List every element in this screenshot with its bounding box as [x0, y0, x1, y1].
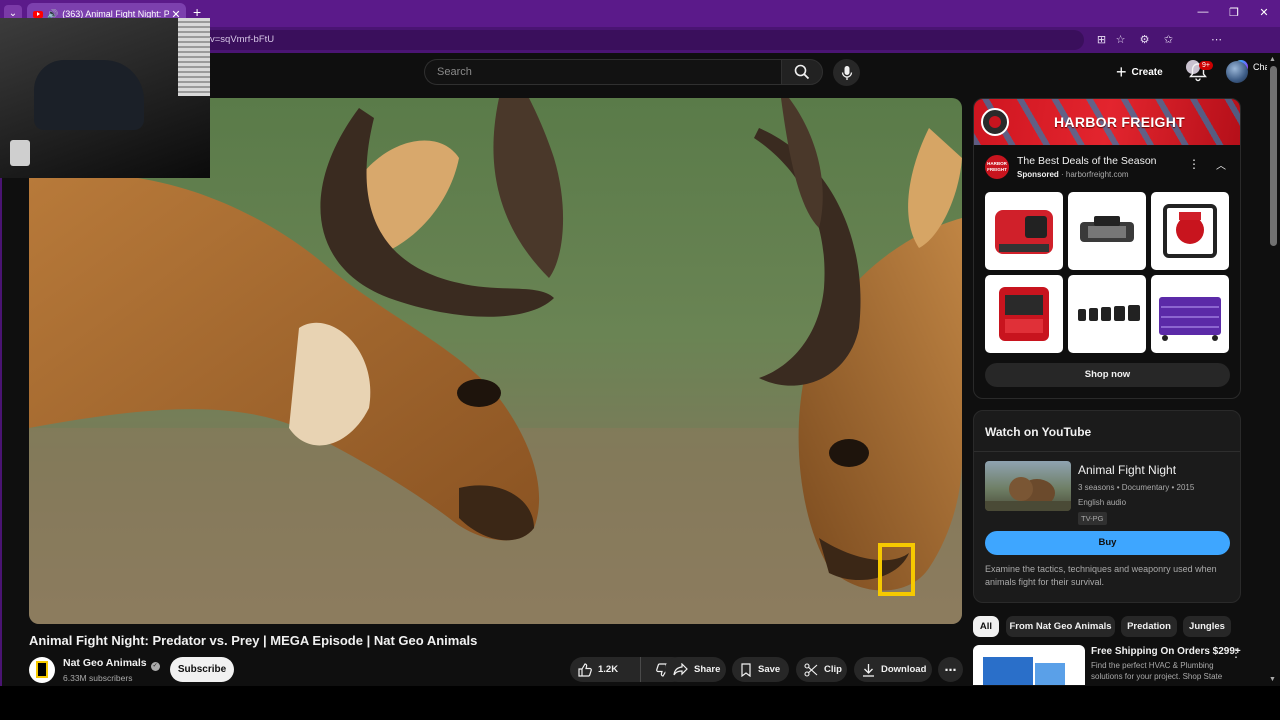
show-description: Examine the tactics, techniques and weap…	[985, 564, 1217, 587]
ad-product-winch[interactable]	[1068, 192, 1146, 270]
webcam-chair	[34, 60, 144, 130]
video-title: Animal Fight Night: Predator vs. Prey | …	[29, 633, 478, 648]
window-restore-icon[interactable]: ❐	[1224, 6, 1244, 19]
ad-banner[interactable]: HARBOR FREIGHT	[974, 99, 1240, 145]
ad-product-water-pump[interactable]	[1151, 192, 1229, 270]
create-button[interactable]: + Create	[1116, 60, 1163, 84]
webcam-cup	[10, 140, 30, 166]
ad2-description: Find the perfect HVAC & Plumbing solutio…	[1091, 661, 1223, 681]
water-pump-image	[1163, 204, 1217, 258]
like-count: 1.2K	[598, 664, 619, 675]
ad-product-generator-red[interactable]	[985, 192, 1063, 270]
ad-product-inverter-generator[interactable]	[985, 275, 1063, 353]
plus-icon: +	[1116, 61, 1127, 82]
ad-banner-badge-icon	[981, 108, 1009, 136]
screen-bottom-letterbox	[0, 686, 1280, 720]
scroll-down-arrow-icon[interactable]: ▼	[1269, 676, 1276, 683]
subscribe-button[interactable]: Subscribe	[170, 657, 234, 682]
microphone-icon	[841, 65, 852, 80]
show-title-link[interactable]: Animal Fight Night	[1078, 463, 1176, 477]
bookmark-icon	[741, 662, 751, 677]
notification-badge: 9+	[1199, 61, 1213, 70]
extensions-icon[interactable]: ⚙	[1138, 34, 1151, 47]
share-arrow-icon	[673, 663, 688, 676]
voice-search-button[interactable]	[833, 59, 860, 86]
verified-check-icon: ✓	[150, 662, 160, 671]
sponsored-label: Sponsored	[1017, 170, 1059, 179]
shop-now-button[interactable]: Shop now	[985, 363, 1230, 387]
search-input[interactable]: Search	[424, 59, 782, 85]
search-placeholder: Search	[437, 66, 472, 78]
show-meta: 3 seasons • Documentary • 2015	[1078, 483, 1195, 492]
buy-button[interactable]: Buy	[985, 531, 1230, 555]
favorites-icon[interactable]: ✩	[1162, 34, 1175, 47]
webcam-overlay	[0, 18, 210, 178]
thumbs-up-icon	[578, 662, 592, 677]
content-rating-badge: TV-PG	[1078, 512, 1107, 525]
ad-sponsored-line: Sponsored · harborfreight.com	[1017, 170, 1129, 179]
search-button[interactable]	[781, 59, 823, 85]
url-text: v=sqVmrf-bFtU	[210, 34, 275, 45]
generator-image	[995, 210, 1053, 254]
chip-all[interactable]: All	[973, 616, 999, 637]
save-button[interactable]: Save	[732, 657, 789, 682]
ad-product-socket-set[interactable]	[1068, 275, 1146, 353]
ad-title[interactable]: The Best Deals of the Season	[1017, 155, 1157, 167]
more-menu-icon[interactable]: ⋯	[1210, 34, 1223, 47]
ad-options-kebab-icon[interactable]: ⋮	[1188, 157, 1200, 171]
split-screen-icon[interactable]: ⊞	[1095, 34, 1108, 47]
download-button[interactable]: Download	[854, 657, 932, 682]
show-thumbnail[interactable]	[985, 461, 1071, 511]
watch-on-youtube-heading: Watch on YouTube	[985, 425, 1092, 439]
ad-banner-brand: HARBOR FREIGHT	[1054, 114, 1185, 130]
window-minimize-icon[interactable]: —	[1193, 6, 1213, 18]
account-avatar[interactable]	[1226, 61, 1248, 83]
scroll-up-arrow-icon[interactable]: ▲	[1269, 56, 1276, 63]
chip-predation[interactable]: Predation	[1121, 616, 1177, 637]
channel-name-link[interactable]: Nat Geo Animals ✓	[63, 657, 160, 671]
search-icon	[794, 64, 810, 80]
sponsored-ad-card[interactable]: HARBOR FREIGHT HARBOR FREIGHT The Best D…	[973, 98, 1241, 399]
download-icon	[863, 663, 874, 677]
ad-product-tool-chest[interactable]	[1151, 275, 1229, 353]
watch-on-youtube-card: Watch on YouTube Animal Fight Night 3 se…	[973, 410, 1241, 603]
save-label: Save	[758, 664, 781, 675]
share-button[interactable]: Share	[665, 657, 726, 682]
show-audio: English audio	[1078, 498, 1127, 507]
scissors-icon	[804, 662, 818, 677]
create-label: Create	[1131, 66, 1163, 78]
ad-domain: harborfreight.com	[1065, 170, 1129, 179]
ad2-title[interactable]: Free Shipping On Orders $299+	[1091, 646, 1241, 657]
more-actions-button[interactable]: ⋯	[938, 657, 963, 682]
ad-collapse-chevron-up-icon[interactable]: ︿	[1214, 157, 1228, 172]
socket-set-image	[1078, 305, 1140, 321]
favorite-star-icon[interactable]: ☆	[1114, 34, 1127, 47]
ad2-options-kebab-icon[interactable]: ⋮	[1230, 646, 1242, 660]
channel-name-text: Nat Geo Animals	[63, 657, 147, 669]
chip-from-nat-geo-animals[interactable]: From Nat Geo Animals	[1006, 616, 1115, 637]
like-button[interactable]: 1.2K	[570, 657, 641, 682]
share-label: Share	[694, 664, 721, 675]
clip-button[interactable]: Clip	[796, 657, 847, 682]
natgeo-logo-icon	[36, 661, 48, 678]
webcam-window-blinds	[178, 18, 210, 96]
hvac-product-image	[983, 657, 1065, 685]
divider	[974, 451, 1240, 452]
clip-label: Clip	[824, 664, 842, 675]
more-horizontal-icon: ⋯	[944, 662, 957, 677]
inverter-generator-image	[999, 287, 1049, 341]
tool-chest-image	[1159, 297, 1221, 341]
download-label: Download	[881, 664, 927, 675]
window-close-icon[interactable]: ✕	[1254, 6, 1274, 19]
ad2-thumbnail[interactable]	[973, 645, 1085, 685]
channel-avatar[interactable]	[29, 657, 55, 683]
bear-fight-image	[985, 477, 1071, 511]
youtube-favicon-icon	[33, 10, 43, 18]
subscriber-count: 6.33M subscribers	[63, 673, 133, 683]
advertiser-logo-text: HARBOR FREIGHT	[987, 161, 1007, 172]
winch-image	[1080, 216, 1134, 242]
scrollbar-thumb[interactable]	[1270, 66, 1277, 246]
advertiser-logo[interactable]: HARBOR FREIGHT	[985, 155, 1009, 179]
chip-jungles[interactable]: Jungles	[1183, 616, 1231, 637]
